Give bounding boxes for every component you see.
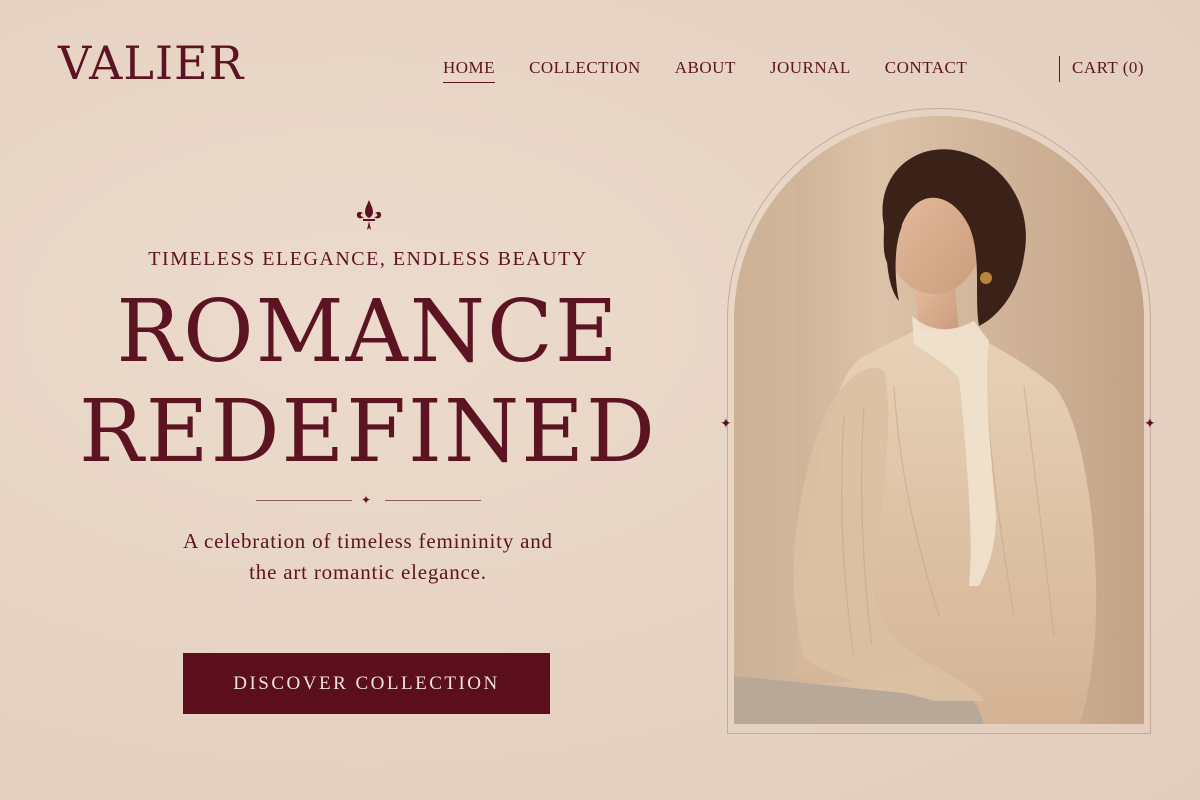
page: VALIER HOME COLLECTION ABOUT JOURNAL CON… [0,0,1200,800]
nav-item-journal[interactable]: JOURNAL [770,58,851,83]
cart-link[interactable]: CART (0) [1072,58,1144,78]
cart-divider [1059,56,1060,82]
sparkle-icon: ✦ [1144,416,1156,432]
nav-item-contact[interactable]: CONTACT [885,58,967,83]
discover-collection-button[interactable]: DISCOVER COLLECTION [183,653,550,714]
main-nav: HOME COLLECTION ABOUT JOURNAL CONTACT [443,58,1001,83]
divider-line-left [256,500,352,501]
ornamental-divider: ✦ [256,493,481,507]
nav-item-about[interactable]: ABOUT [675,58,736,83]
brand-logo[interactable]: VALIER [58,36,244,90]
fleur-de-lis-icon [356,200,382,230]
hero-description: A celebration of timeless femininity and… [0,526,736,588]
sparkle-icon: ✦ [720,416,732,432]
hero-title-line-1: ROMANCE [116,282,620,382]
nav-item-home[interactable]: HOME [443,58,496,83]
nav-item-collection[interactable]: COLLECTION [529,58,641,83]
woman-portrait-image [734,116,1144,724]
hero-description-line-1: A celebration of timeless femininity and [183,529,553,553]
divider-line-right [385,500,481,501]
hero-image [734,116,1144,724]
hero-description-line-2: the art romantic elegance. [249,560,487,584]
hero-tagline: TIMELESS ELEGANCE, ENDLESS BEAUTY [148,248,588,270]
sparkle-icon: ✦ [361,493,372,507]
hero-title-line-2: REDEFINED [79,382,657,482]
